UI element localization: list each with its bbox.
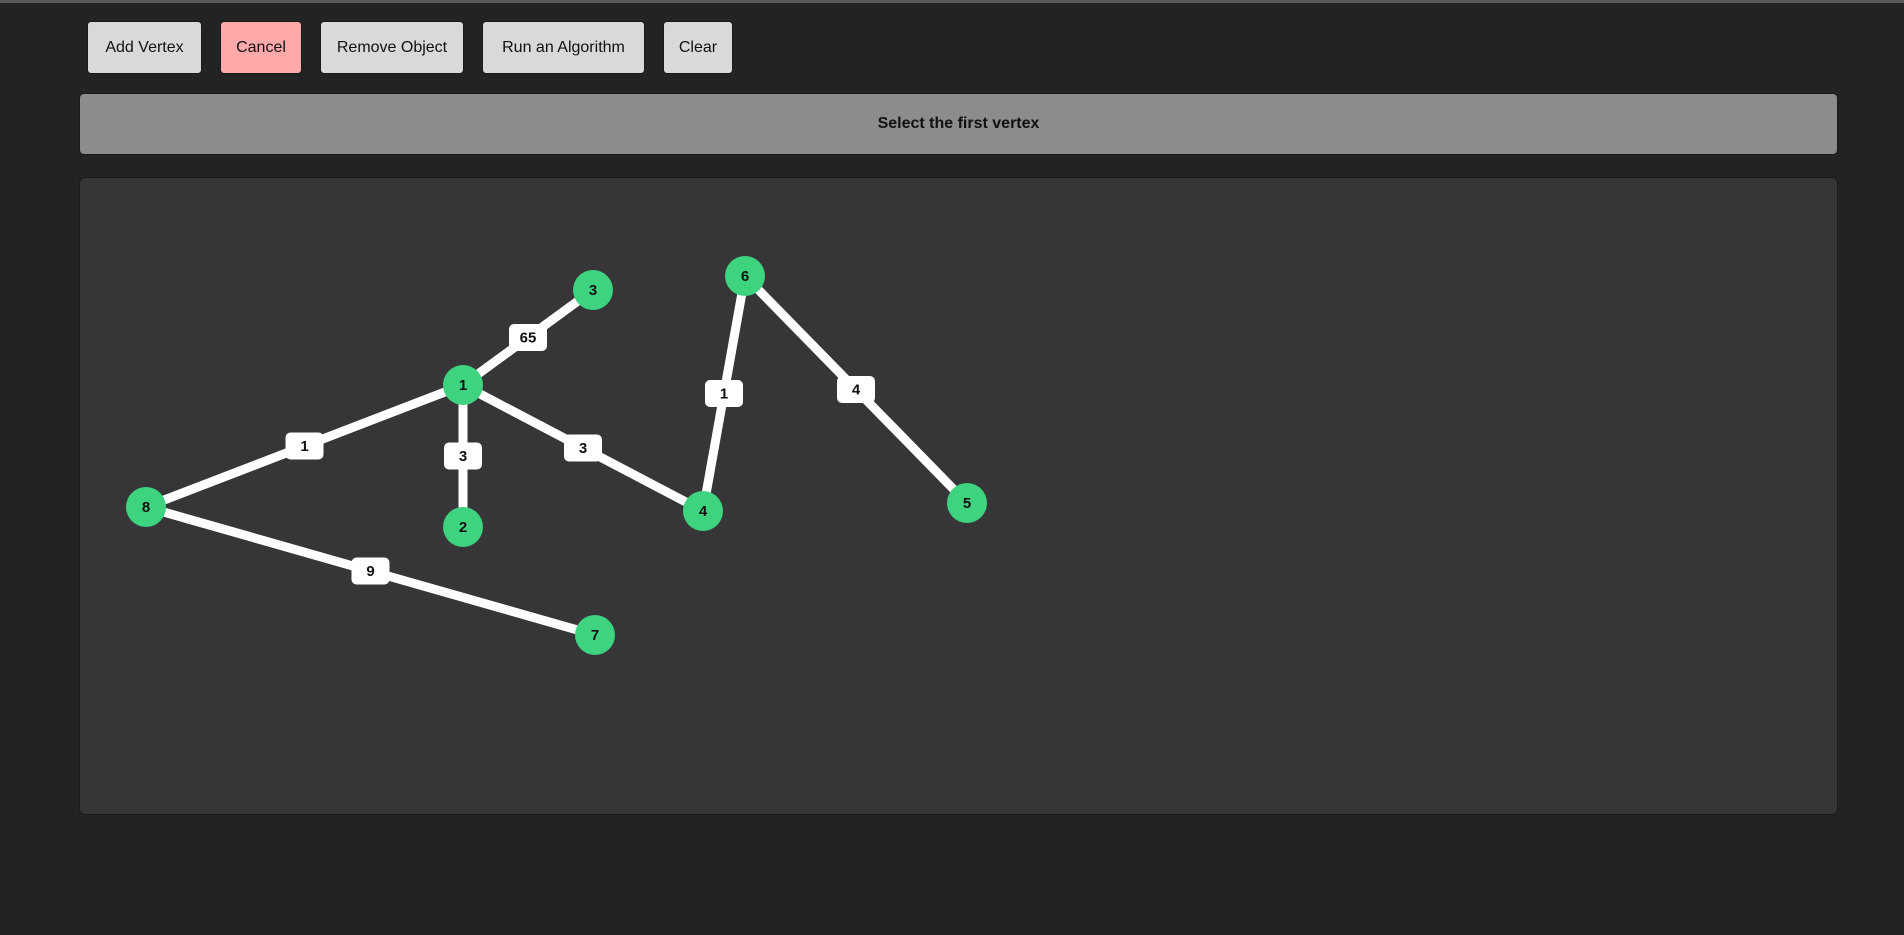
cancel-button[interactable]: Cancel	[220, 21, 302, 74]
vertex-label: 8	[142, 499, 150, 516]
status-message: Select the first vertex	[877, 115, 1040, 132]
vertex-1[interactable]: 1	[443, 365, 483, 405]
remove-object-button[interactable]: Remove Object	[320, 21, 464, 74]
edge-weight-label[interactable]: 3	[444, 442, 482, 470]
add-vertex-button[interactable]: Add Vertex	[87, 21, 202, 74]
vertex-8[interactable]: 8	[126, 487, 166, 527]
vertex-label: 1	[459, 377, 467, 394]
edge-weight-text: 1	[720, 385, 728, 402]
graph-canvas[interactable]: 65 1 3 3 1 4 9 1 2 3 4 5 6 7 8	[79, 177, 1838, 815]
edge-weight-label[interactable]: 4	[837, 376, 875, 403]
edge-weight-label[interactable]: 65	[509, 324, 547, 351]
vertex-2[interactable]: 2	[443, 507, 483, 547]
status-bar: Select the first vertex	[79, 93, 1838, 155]
vertex-label: 3	[589, 282, 597, 299]
vertex-label: 6	[741, 268, 749, 285]
vertex-label: 5	[963, 495, 971, 512]
clear-button[interactable]: Clear	[663, 21, 733, 74]
vertex-5[interactable]: 5	[947, 483, 987, 523]
edge-weight-text: 9	[366, 563, 374, 580]
vertex-label: 2	[459, 519, 467, 536]
toolbar: Add Vertex Cancel Remove Object Run an A…	[0, 0, 1904, 90]
vertex-6[interactable]: 6	[725, 256, 765, 296]
edge-weight-text: 3	[459, 448, 467, 465]
edge-weight-label[interactable]: 3	[564, 434, 602, 462]
edge-weight-text: 1	[300, 438, 308, 455]
edge-weight-text: 3	[579, 440, 587, 457]
graph-svg[interactable]: 65 1 3 3 1 4 9 1 2 3 4 5 6 7 8	[80, 178, 1838, 815]
edge-weight-text: 4	[852, 381, 861, 398]
vertex-7[interactable]: 7	[575, 615, 615, 655]
edge-label-layer: 65 1 3 3 1 4 9	[285, 324, 875, 585]
edge-weight-text: 65	[520, 329, 537, 346]
vertex-3[interactable]: 3	[573, 270, 613, 310]
vertex-label: 4	[699, 503, 708, 520]
run-algorithm-button[interactable]: Run an Algorithm	[482, 21, 645, 74]
vertex-label: 7	[591, 627, 599, 644]
edge-weight-label[interactable]: 1	[285, 432, 324, 460]
edge-weight-label[interactable]: 1	[705, 380, 743, 407]
vertex-4[interactable]: 4	[683, 491, 723, 531]
edge-layer	[144, 272, 971, 640]
edge-weight-label[interactable]: 9	[351, 557, 390, 585]
